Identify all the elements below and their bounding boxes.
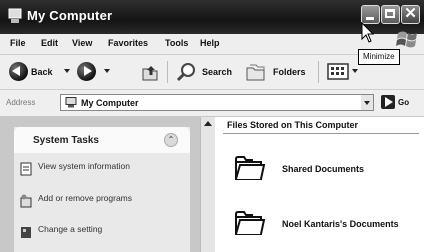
forward-button[interactable] [77, 62, 96, 81]
address-bar: Address My Computer Go [0, 90, 424, 117]
folders-icon[interactable] [245, 63, 267, 81]
group-header: Files Stored on This Computer [227, 120, 359, 130]
forward-arrow-icon [84, 66, 92, 76]
add-remove-programs-icon [20, 194, 32, 208]
toolbar-separator [318, 61, 319, 83]
address-value: My Computer [81, 98, 139, 108]
minimize-tooltip: Minimize [358, 49, 400, 65]
task-label: View system information [38, 161, 130, 171]
forward-dropdown-icon[interactable] [104, 69, 110, 73]
chevron-down-icon [364, 101, 370, 105]
menu-view[interactable]: View [72, 38, 92, 48]
toolbar-separator [167, 61, 168, 83]
back-button[interactable] [9, 62, 28, 81]
scrollbar[interactable] [200, 117, 215, 252]
file-item-label: Noel Kantaris's Documents [282, 219, 399, 229]
maximize-icon [385, 9, 395, 18]
folders-button[interactable]: Folders [273, 67, 306, 77]
menu-help[interactable]: Help [200, 38, 220, 48]
back-label[interactable]: Back [31, 67, 53, 77]
maximize-button[interactable] [381, 5, 400, 24]
computer-icon [8, 8, 22, 23]
address-input[interactable]: My Computer [60, 94, 374, 111]
address-label: Address [6, 98, 36, 107]
files-pane: Files Stored on This Computer Shared Doc… [215, 117, 424, 252]
content-area: System Tasks ⌃ View system information A… [0, 117, 424, 252]
up-folder-icon[interactable] [140, 63, 160, 81]
control-panel-icon [21, 227, 31, 238]
computer-icon [65, 97, 77, 108]
views-icon[interactable] [327, 63, 349, 80]
menu-favorites[interactable]: Favorites [108, 38, 148, 48]
task-label: Change a setting [38, 224, 103, 234]
back-dropdown-icon[interactable] [64, 69, 70, 73]
file-item-label: Shared Documents [282, 164, 365, 174]
folder-icon [235, 156, 265, 180]
minimize-icon [366, 17, 374, 20]
mouse-cursor-icon [361, 22, 375, 43]
menu-file[interactable]: File [10, 38, 26, 48]
search-button[interactable]: Search [202, 67, 232, 77]
address-dropdown-button[interactable] [361, 95, 373, 110]
close-icon: ✕ [404, 5, 417, 22]
scroll-up-icon[interactable] [204, 121, 212, 126]
collapse-icon[interactable]: ⌃ [164, 133, 178, 147]
task-label: Add or remove programs [38, 193, 133, 203]
system-tasks-title: System Tasks [33, 135, 99, 146]
group-divider [223, 133, 419, 134]
my-computer-window: My Computer ✕ File Edit View Favorites T… [0, 0, 424, 252]
views-dropdown-icon[interactable] [352, 69, 358, 73]
go-label[interactable]: Go [398, 98, 409, 107]
tasks-pane: System Tasks ⌃ View system information A… [0, 117, 200, 252]
menu-edit[interactable]: Edit [41, 38, 58, 48]
folder-icon [235, 211, 265, 235]
go-arrow-icon [385, 97, 393, 107]
window-title: My Computer [27, 8, 113, 23]
search-icon[interactable] [176, 62, 198, 82]
back-arrow-icon [12, 66, 20, 76]
menu-tools[interactable]: Tools [165, 38, 188, 48]
system-info-icon [20, 162, 32, 176]
go-button[interactable] [381, 95, 395, 109]
system-tasks-header[interactable]: System Tasks ⌃ [14, 127, 190, 153]
close-button[interactable]: ✕ [401, 5, 420, 24]
